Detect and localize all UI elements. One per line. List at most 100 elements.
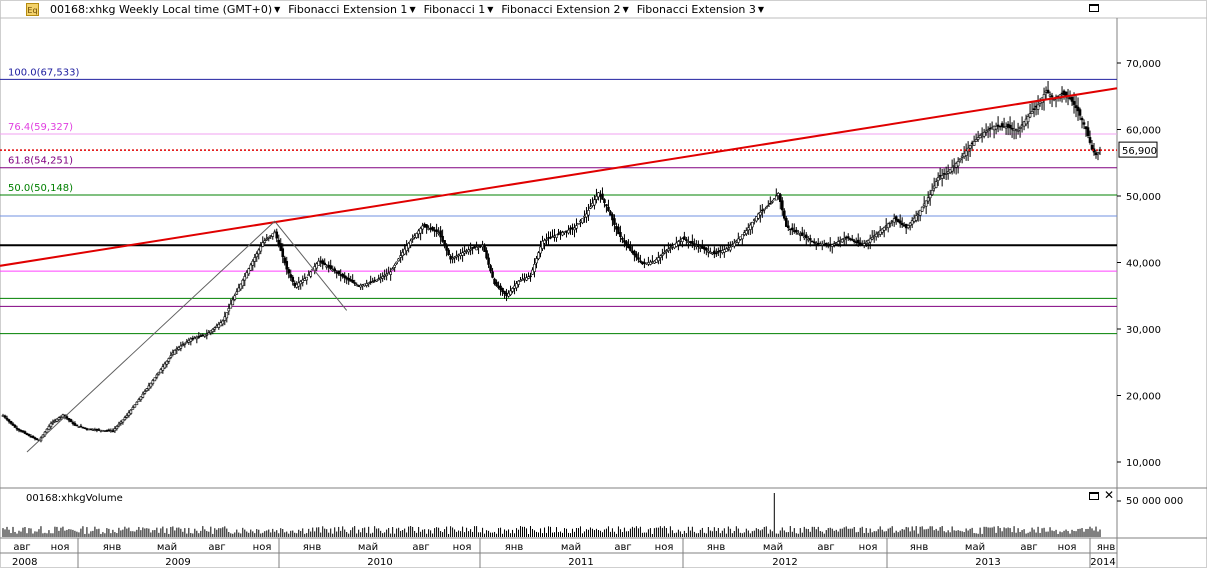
candle-body	[487, 257, 490, 265]
candle-body	[808, 238, 812, 241]
x-year-label: 2010	[367, 557, 392, 568]
candle-body	[57, 417, 61, 420]
candle-body	[411, 238, 414, 240]
candle-body	[575, 225, 578, 229]
x-year-label: 2012	[772, 557, 797, 568]
candle-body	[1018, 127, 1022, 129]
candle-body	[950, 167, 954, 172]
candle-body	[51, 421, 55, 424]
x-year-label: 2013	[975, 557, 1000, 568]
price-chart[interactable]: 100.0(67,533) 76.4(59,327) 61.8(54,251) 50.…	[0, 0, 1207, 568]
candle-body	[603, 199, 606, 203]
candle-body	[155, 374, 159, 378]
candle-body	[169, 355, 173, 358]
candle-body	[846, 236, 850, 239]
candle-body	[1072, 101, 1076, 105]
candle-body	[765, 207, 768, 209]
candle-body	[767, 205, 770, 207]
candle-body	[225, 312, 229, 319]
candle-body	[287, 269, 291, 274]
candle-body	[393, 265, 396, 268]
candle-body	[683, 236, 686, 240]
x-month-label: янв	[505, 542, 524, 553]
candle-body	[249, 264, 253, 271]
y-tick-label: 40,000	[1126, 259, 1161, 270]
candle-body	[589, 206, 592, 209]
x-month-label: май	[358, 542, 378, 553]
candle-body	[285, 261, 289, 270]
candle-body	[874, 233, 878, 238]
candle-body	[751, 221, 754, 228]
candle-body	[888, 221, 892, 224]
candle-body	[784, 218, 788, 227]
candle-body	[435, 229, 438, 233]
candle-body	[167, 358, 171, 362]
y-tick-label: 20,000	[1126, 392, 1161, 403]
candle-body	[1082, 122, 1086, 125]
candle-body	[930, 190, 934, 195]
candle-body	[882, 227, 886, 231]
x-month-label: ноя	[1058, 542, 1077, 553]
candle-body	[800, 232, 804, 236]
candle-body	[227, 308, 231, 312]
candle-body	[13, 425, 17, 428]
candle-body	[511, 288, 514, 292]
fib-level-label: 100.0(67,533)	[8, 67, 80, 78]
candle-body	[323, 262, 327, 266]
candle-body	[469, 248, 472, 251]
candle-body	[281, 248, 285, 258]
candle-body	[211, 329, 215, 332]
candle-body	[463, 251, 466, 254]
candle-body	[65, 416, 69, 419]
candle-body	[621, 237, 624, 240]
candle-body	[796, 232, 800, 235]
candle-body	[213, 327, 217, 330]
candle-body	[691, 241, 694, 244]
candle-body	[529, 275, 532, 278]
last-price-label: 56,900	[1122, 146, 1157, 157]
fibonacci-extension-zigzag	[26, 220, 348, 453]
candle-body	[265, 238, 269, 241]
candle-body	[984, 130, 988, 133]
candle-body	[535, 258, 538, 264]
candle-body	[305, 276, 309, 281]
candle-body	[395, 261, 398, 264]
candle-body	[121, 419, 125, 423]
candle-body	[133, 404, 137, 408]
volume-panel-title: 00168:xhkgVolume	[26, 493, 123, 504]
y-tick-label: 60,000	[1126, 126, 1161, 137]
x-month-label: авг	[817, 542, 834, 553]
candle-body	[371, 281, 374, 284]
candle-body	[1088, 137, 1092, 143]
candle-body	[824, 243, 828, 246]
candle-body	[920, 206, 924, 212]
candle-body	[842, 238, 846, 241]
x-month-label: май	[965, 542, 985, 553]
candle-body	[153, 377, 157, 382]
candle-body	[389, 271, 392, 275]
candle-body	[581, 218, 584, 224]
candle-body	[129, 409, 133, 414]
candle-body	[381, 276, 384, 279]
y-tick-label: 10,000	[1126, 458, 1161, 469]
candle-body	[898, 220, 902, 224]
candle-body	[759, 211, 762, 216]
candle-body	[926, 197, 930, 202]
candle-body	[635, 253, 638, 258]
candle-body	[181, 344, 185, 346]
candle-body	[255, 253, 259, 258]
candle-body	[231, 299, 235, 306]
candle-body	[587, 210, 590, 216]
candle-body	[397, 258, 400, 262]
candle-body	[267, 236, 271, 239]
candle-body	[914, 215, 918, 221]
candle-body	[251, 260, 255, 266]
candle-body	[353, 282, 356, 284]
fib-level-label: 50.0(50,148)	[8, 183, 73, 194]
candle-body	[663, 252, 666, 254]
candle-body	[263, 240, 267, 243]
x-month-label: авг	[614, 542, 631, 553]
candle-body	[629, 246, 632, 251]
candle-body	[495, 281, 498, 287]
candle-body	[533, 263, 536, 272]
